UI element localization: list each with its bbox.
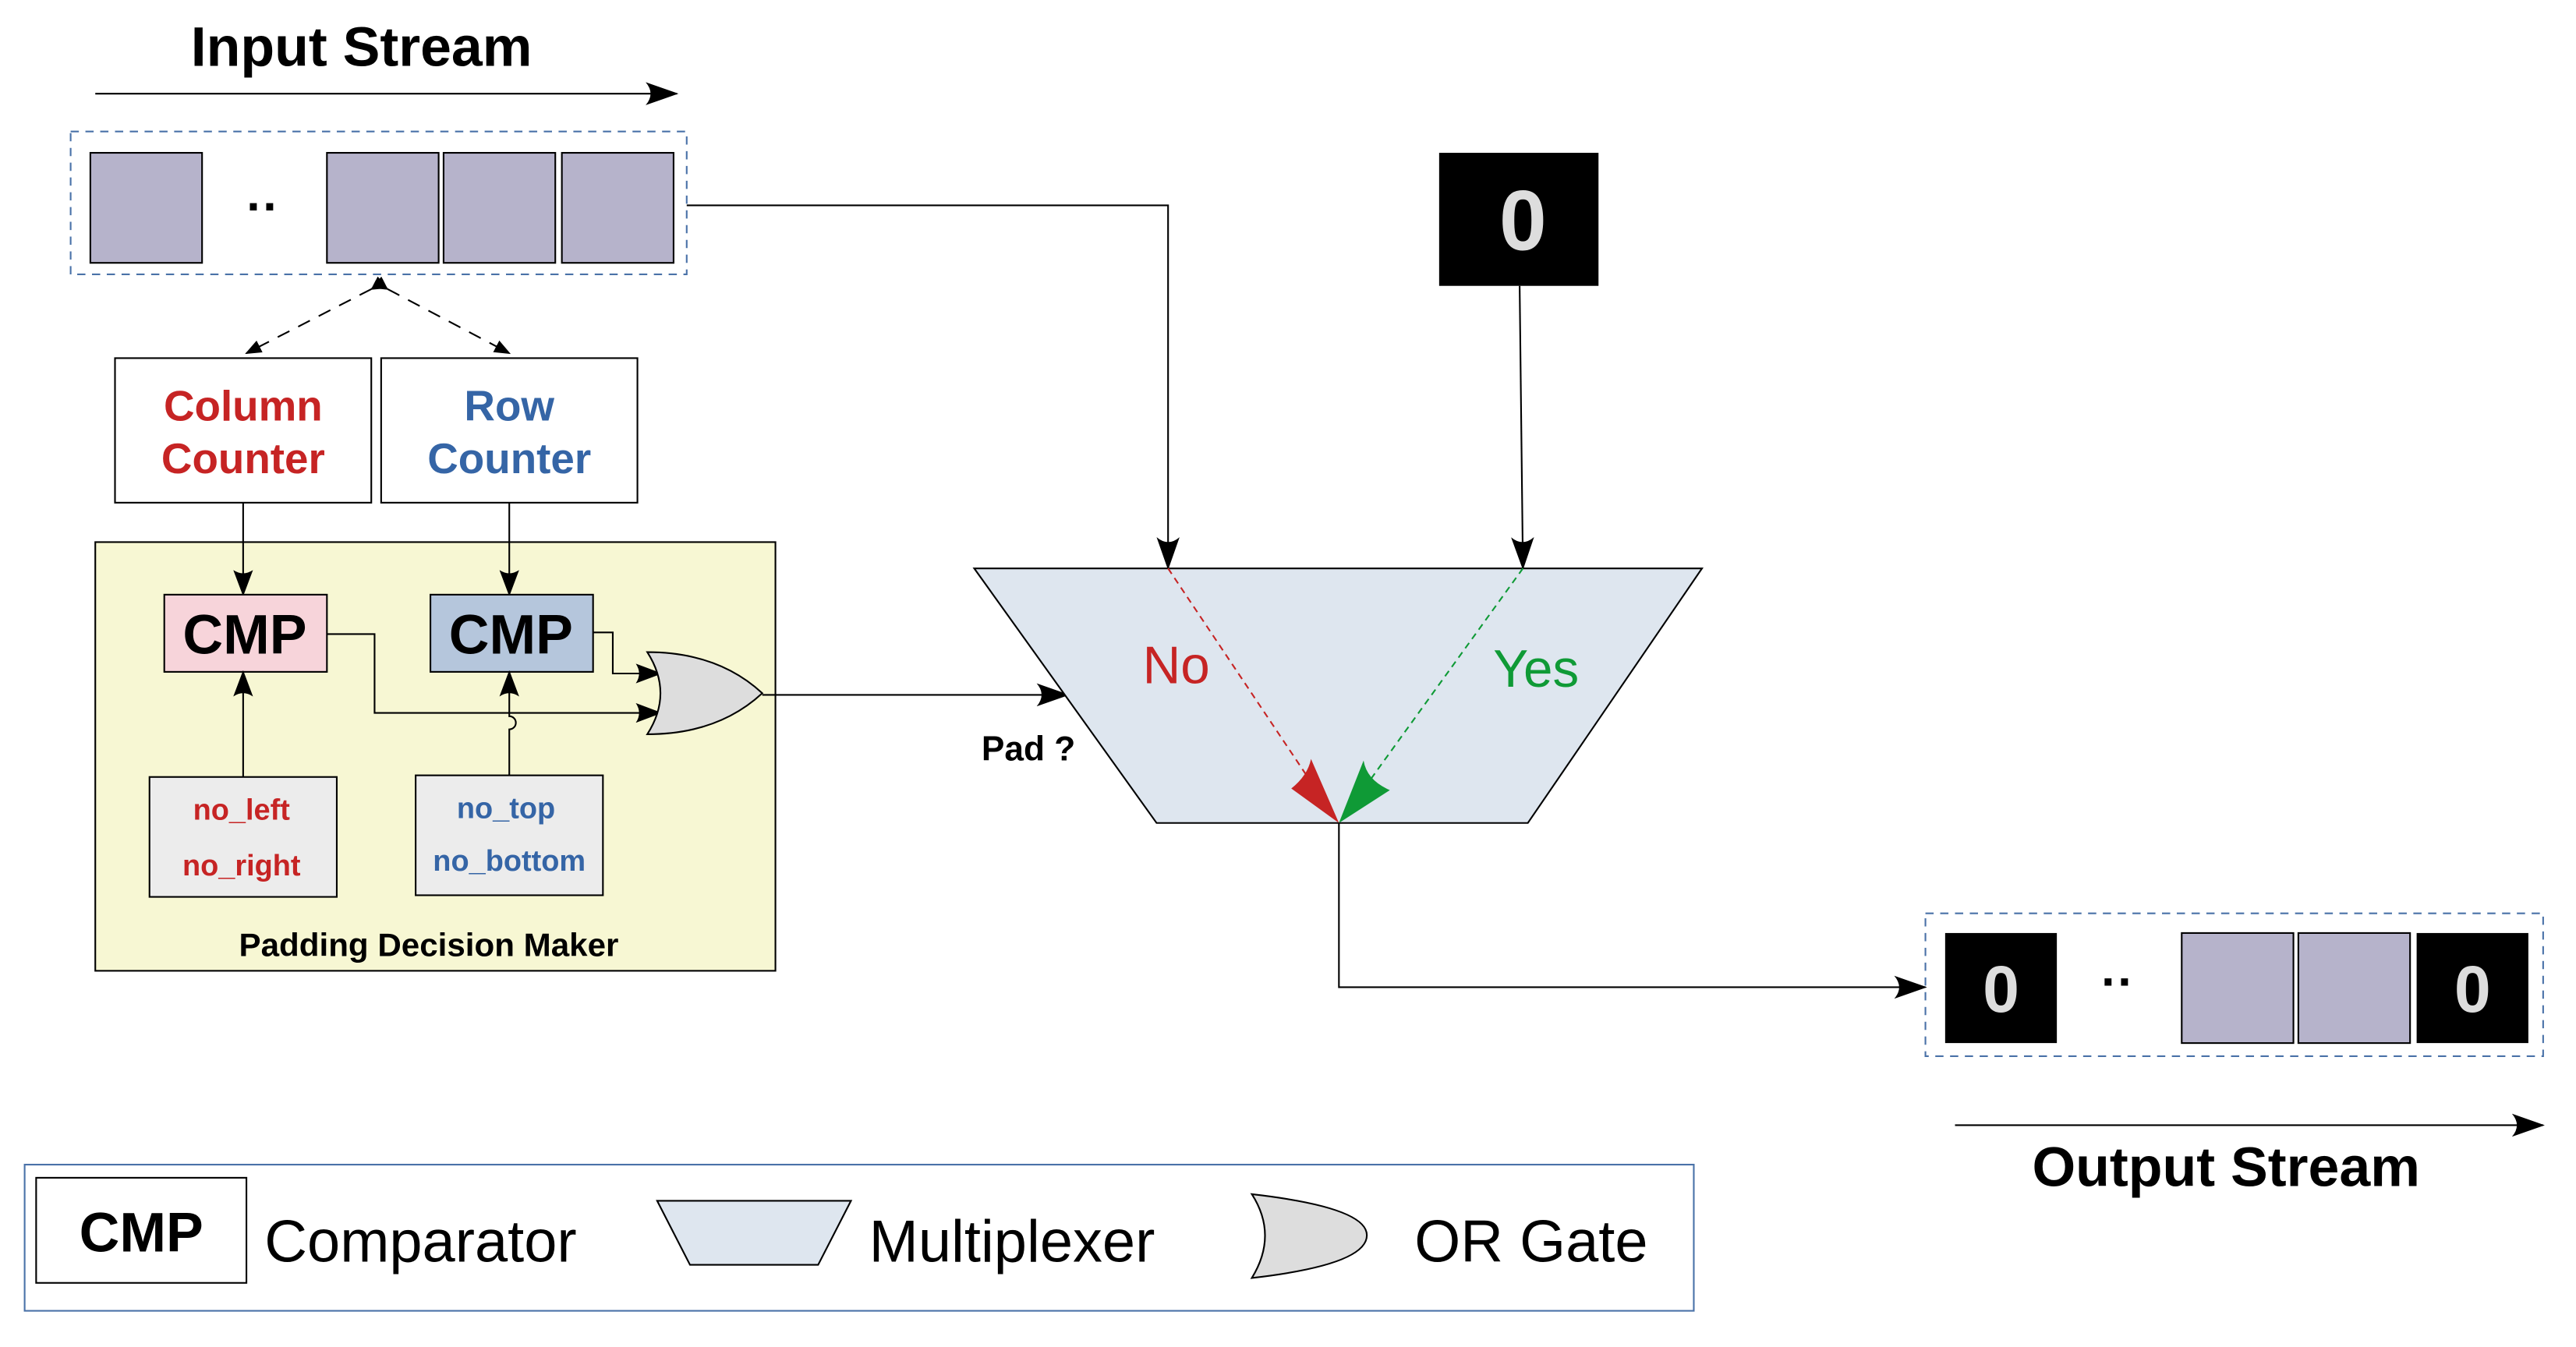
output-ellipsis: ·· bbox=[2101, 955, 2134, 1009]
input-cell bbox=[89, 151, 203, 264]
padding-unit-diagram: Input Stream ·· Column Counter Row Count… bbox=[23, 16, 2545, 1312]
mux-to-output-wire bbox=[1338, 822, 1927, 999]
output-stream: 0 ·· 0 Output Stream bbox=[1924, 912, 2545, 1198]
param-no-right: no_right bbox=[182, 850, 301, 882]
zero-constant: 0 bbox=[1438, 153, 1599, 286]
legend-multiplexer-label: Multiplexer bbox=[869, 1208, 1155, 1275]
pad-select-label: Pad ? bbox=[982, 730, 1075, 769]
column-counter: Column Counter bbox=[114, 357, 373, 504]
counter-links bbox=[245, 276, 511, 355]
output-cell bbox=[2181, 932, 2295, 1045]
padding-decision-maker: CMP CMP no_left no_right no_top no_botto… bbox=[94, 502, 777, 972]
output-stream-title: Output Stream bbox=[2032, 1136, 2419, 1198]
legend-cmp-symbol: CMP bbox=[80, 1202, 203, 1264]
mux-body bbox=[972, 567, 1704, 824]
row-counter-label-line1: Row bbox=[464, 382, 554, 430]
input-cell bbox=[442, 151, 557, 264]
legend-comparator-label: Comparator bbox=[264, 1208, 576, 1275]
input-cell bbox=[561, 151, 674, 264]
zero-constant-label: 0 bbox=[1499, 173, 1547, 268]
legend-mux-symbol bbox=[656, 1200, 853, 1266]
input-stream: Input Stream ·· bbox=[69, 16, 688, 276]
pdm-title: Padding Decision Maker bbox=[239, 926, 619, 963]
input-ellipsis: ·· bbox=[246, 180, 279, 235]
legend: CMP Comparator Multiplexer OR Gate bbox=[23, 1163, 1695, 1312]
legend-or-gate-label: OR Gate bbox=[1414, 1208, 1647, 1275]
cmp-row-label: CMP bbox=[449, 604, 573, 666]
mux-yes-label: Yes bbox=[1493, 640, 1579, 698]
row-counter: Row Counter bbox=[380, 357, 639, 504]
column-counter-label-line2: Counter bbox=[161, 434, 325, 483]
cmp-column-label: CMP bbox=[182, 604, 306, 666]
column-counter-label-line1: Column bbox=[164, 382, 323, 430]
input-to-mux-wire bbox=[686, 204, 1180, 571]
param-no-left: no_left bbox=[193, 794, 291, 827]
param-no-bottom: no_bottom bbox=[433, 845, 586, 878]
zero-to-mux-wire bbox=[1511, 285, 1534, 571]
param-no-top: no_top bbox=[457, 792, 555, 825]
output-cell bbox=[2297, 932, 2411, 1045]
row-counter-label-line2: Counter bbox=[427, 434, 591, 483]
mux-no-label: No bbox=[1143, 637, 1210, 695]
input-stream-title: Input Stream bbox=[191, 16, 533, 78]
output-cell-zero-label: 0 bbox=[1983, 953, 2019, 1026]
multiplexer: No Yes bbox=[972, 567, 1704, 824]
input-cell bbox=[326, 151, 440, 264]
output-cell-zero-label: 0 bbox=[2454, 953, 2491, 1026]
